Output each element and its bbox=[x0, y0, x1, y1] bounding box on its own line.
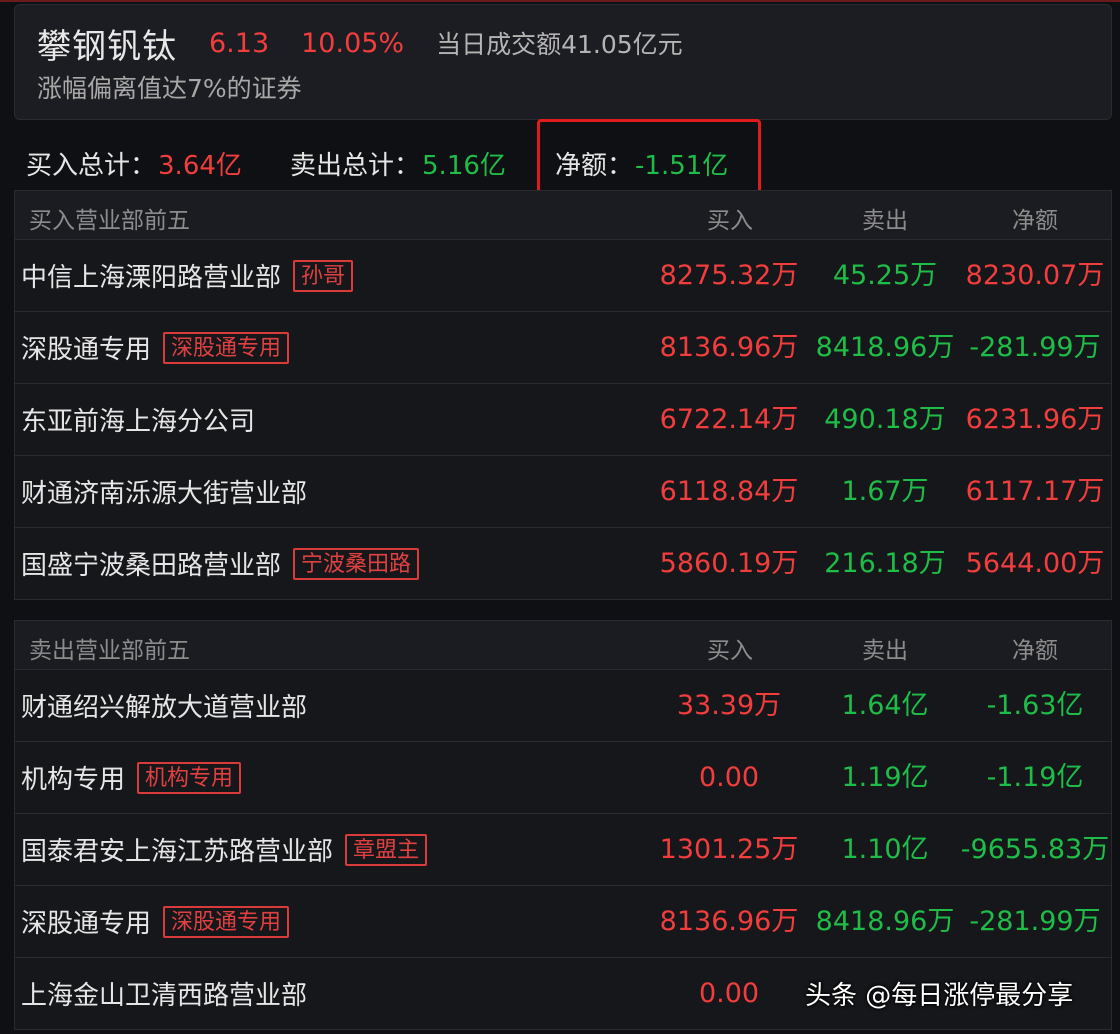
sell-amount: 1.67万 bbox=[841, 476, 929, 507]
sell-amount: 1.10亿 bbox=[841, 834, 929, 865]
table-row[interactable]: 财通绍兴解放大道营业部 33.39万 1.64亿 -1.63亿 bbox=[15, 670, 1111, 742]
net-amount: -9655.83万 bbox=[960, 834, 1110, 865]
buy-amount: 5860.19万 bbox=[659, 548, 799, 579]
broker-tag[interactable]: 宁波桑田路 bbox=[293, 547, 420, 580]
sell-amount: 1.64亿 bbox=[841, 690, 929, 721]
net-amount: 6117.17万 bbox=[965, 476, 1105, 507]
top-accent-line bbox=[0, 0, 1120, 2]
broker-name: 财通绍兴解放大道营业部 bbox=[21, 693, 308, 723]
col-header-sell: 卖出 bbox=[862, 638, 908, 664]
broker-name: 深股通专用 bbox=[21, 335, 152, 365]
table-row[interactable]: 深股通专用 深股通专用 8136.96万 8418.96万 -281.99万 bbox=[15, 886, 1111, 958]
sell-amount: 45.25万 bbox=[832, 260, 938, 291]
sell-total-value: 5.16亿 bbox=[422, 151, 506, 181]
broker-name: 国泰君安上海江苏路营业部 bbox=[21, 837, 334, 867]
broker-tag[interactable]: 深股通专用 bbox=[163, 905, 290, 938]
sell-total-label: 卖出总计： bbox=[290, 151, 421, 181]
sell-table-header: 卖出营业部前五 买入 卖出 净额 bbox=[15, 621, 1111, 670]
watermark: 头条 @每日涨停最分享 bbox=[805, 981, 1074, 1011]
buy-amount: 8275.32万 bbox=[659, 260, 799, 291]
table-row[interactable]: 深股通专用 深股通专用 8136.96万 8418.96万 -281.99万 bbox=[15, 312, 1111, 384]
broker-name: 东亚前海上海分公司 bbox=[21, 407, 256, 437]
buy-amount: 0.00 bbox=[698, 978, 760, 1009]
broker-tag[interactable]: 机构专用 bbox=[137, 761, 242, 794]
sell-top5-table: 卖出营业部前五 买入 卖出 净额 财通绍兴解放大道营业部 33.39万 1.64… bbox=[14, 620, 1112, 1030]
col-header-net: 净额 bbox=[1012, 208, 1058, 234]
buy-amount: 6722.14万 bbox=[659, 404, 799, 435]
buy-amount: 1301.25万 bbox=[659, 834, 799, 865]
table-row[interactable]: 东亚前海上海分公司 6722.14万 490.18万 6231.96万 bbox=[15, 384, 1111, 456]
broker-name: 国盛宁波桑田路营业部 bbox=[21, 551, 282, 581]
broker-name: 深股通专用 bbox=[21, 909, 152, 939]
stock-header-card: 攀钢钒钛 6.13 10.05% 当日成交额41.05亿元 涨幅偏离值达7%的证… bbox=[14, 4, 1112, 120]
broker-name: 上海金山卫清西路营业部 bbox=[21, 981, 308, 1011]
listing-reason: 涨幅偏离值达7%的证券 bbox=[37, 74, 302, 103]
col-header-net: 净额 bbox=[1012, 638, 1058, 664]
net-amount: 5644.00万 bbox=[965, 548, 1105, 579]
broker-name: 中信上海溧阳路营业部 bbox=[21, 263, 282, 293]
col-header-buy: 买入 bbox=[707, 638, 753, 664]
buy-amount: 0.00 bbox=[698, 762, 760, 793]
stock-change-pct: 10.05% bbox=[301, 27, 405, 59]
net-amount: 8230.07万 bbox=[965, 260, 1105, 291]
col-header-sell: 卖出 bbox=[862, 208, 908, 234]
net-amount: -281.99万 bbox=[969, 906, 1101, 937]
buy-top5-table: 买入营业部前五 买入 卖出 净额 中信上海溧阳路营业部 孙哥 8275.32万 4… bbox=[14, 190, 1112, 600]
table-row[interactable]: 中信上海溧阳路营业部 孙哥 8275.32万 45.25万 8230.07万 bbox=[15, 240, 1111, 312]
sell-table-title: 卖出营业部前五 bbox=[29, 638, 190, 664]
buy-amount: 6118.84万 bbox=[659, 476, 799, 507]
table-row[interactable]: 机构专用 机构专用 0.00 1.19亿 -1.19亿 bbox=[15, 742, 1111, 814]
sell-total: 卖出总计：5.16亿 bbox=[290, 145, 506, 182]
net-amount: -1.19亿 bbox=[986, 762, 1084, 793]
broker-tag[interactable]: 深股通专用 bbox=[163, 331, 290, 364]
buy-table-title: 买入营业部前五 bbox=[29, 208, 190, 234]
buy-total-label: 买入总计： bbox=[26, 151, 157, 181]
sell-amount: 490.18万 bbox=[824, 404, 946, 435]
stock-price: 6.13 bbox=[209, 27, 270, 59]
broker-name: 机构专用 bbox=[21, 765, 126, 795]
stock-turnover: 当日成交额41.05亿元 bbox=[436, 30, 683, 59]
stock-info-line: 攀钢钒钛 6.13 10.05% 当日成交额41.05亿元 bbox=[37, 19, 683, 68]
buy-total-value: 3.64亿 bbox=[158, 151, 242, 181]
net-total-highlight-box bbox=[537, 119, 761, 196]
buy-amount: 8136.96万 bbox=[659, 906, 799, 937]
net-amount: 6231.96万 bbox=[965, 404, 1105, 435]
sell-amount: 216.18万 bbox=[824, 548, 946, 579]
net-amount: -281.99万 bbox=[969, 332, 1101, 363]
broker-tag[interactable]: 孙哥 bbox=[293, 259, 354, 292]
table-row[interactable]: 财通济南泺源大街营业部 6118.84万 1.67万 6117.17万 bbox=[15, 456, 1111, 528]
table-row[interactable]: 国泰君安上海江苏路营业部 章盟主 1301.25万 1.10亿 -9655.83万 bbox=[15, 814, 1111, 886]
sell-amount: 8418.96万 bbox=[815, 906, 955, 937]
stock-name[interactable]: 攀钢钒钛 bbox=[37, 19, 177, 68]
col-header-buy: 买入 bbox=[707, 208, 753, 234]
sell-amount: 8418.96万 bbox=[815, 332, 955, 363]
table-row[interactable]: 国盛宁波桑田路营业部 宁波桑田路 5860.19万 216.18万 5644.00… bbox=[15, 528, 1111, 599]
buy-amount: 8136.96万 bbox=[659, 332, 799, 363]
buy-table-header: 买入营业部前五 买入 卖出 净额 bbox=[15, 191, 1111, 240]
buy-total: 买入总计：3.64亿 bbox=[26, 145, 242, 182]
sell-amount: 1.19亿 bbox=[841, 762, 929, 793]
buy-amount: 33.39万 bbox=[676, 690, 782, 721]
net-amount: -1.63亿 bbox=[986, 690, 1084, 721]
broker-name: 财通济南泺源大街营业部 bbox=[21, 479, 308, 509]
broker-tag[interactable]: 章盟主 bbox=[345, 833, 428, 866]
